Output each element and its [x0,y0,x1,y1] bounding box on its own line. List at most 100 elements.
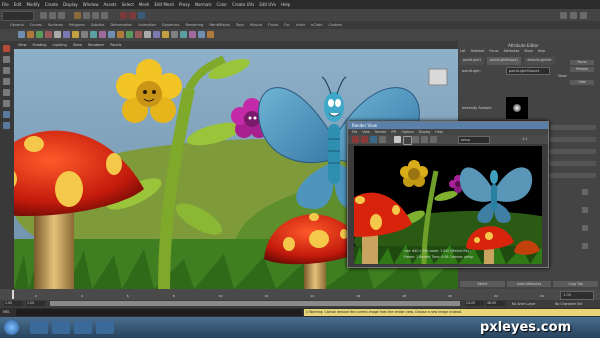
playback-end-field[interactable]: 24.00 [465,301,484,306]
shelf-tool-icon[interactable] [207,31,214,38]
render-view-menu-view[interactable]: View [362,130,370,134]
redo-render-icon[interactable] [352,136,359,143]
render-settings-icon[interactable] [138,12,145,19]
open-scene-icon[interactable] [49,12,56,19]
ae-menu-list[interactable]: List [460,49,466,55]
render-icon[interactable] [120,12,127,19]
snap-point-icon[interactable] [101,12,108,19]
ae-node-tab-defaultlightset[interactable]: defaultLightSet [524,57,555,65]
camera-dropdown[interactable]: persp [458,136,490,144]
attribute-checkbox[interactable] [582,189,588,195]
menu-modify[interactable]: Modify [26,2,39,7]
shelf-tool-icon[interactable] [27,31,34,38]
focus-button[interactable]: Focus [570,60,594,65]
start-button-icon[interactable] [4,320,19,335]
shelf-tab-general[interactable]: General [10,23,24,27]
render-view-menu-help[interactable]: Help [435,130,442,134]
anim-layer-dropdown[interactable]: No Anim Layer [512,302,535,306]
select-tool-icon[interactable] [3,45,10,52]
shelf-tool-icon[interactable] [90,31,97,38]
taskbar-app-icon[interactable] [74,321,92,334]
rgb-channel-icon[interactable] [394,136,401,143]
select-mode-icon[interactable] [74,12,81,19]
shelf-tab-fluids[interactable]: Fluids [268,23,278,27]
ae-menu-focus[interactable]: Focus [489,49,498,55]
light-name-field[interactable]: pointLightShape1 [506,67,550,75]
rotate-tool-icon[interactable] [3,89,10,96]
menu-create[interactable]: Create [45,2,58,7]
shelf-tool-icon[interactable] [171,31,178,38]
keep-image-icon[interactable] [421,136,428,143]
move-tool-icon[interactable] [3,78,10,85]
shelf-tool-icon[interactable] [18,31,25,38]
scale-tool-icon[interactable] [3,100,10,107]
shelf-tab-nhair[interactable]: nHair [296,23,305,27]
shelf-tool-icon[interactable] [180,31,187,38]
menu-window[interactable]: Window [83,2,99,7]
shelf-tool-icon[interactable] [54,31,61,38]
shelf-tab-painteffects[interactable]: PaintEffects [209,23,230,27]
shelf-tool-icon[interactable] [153,31,160,38]
shelf-tab-ncloth[interactable]: nCloth [311,23,322,27]
shelf-tool-icon[interactable] [135,31,142,38]
range-bar[interactable] [50,301,460,306]
snap-curve-icon[interactable] [92,12,99,19]
alpha-channel-icon[interactable] [403,136,412,145]
remove-image-icon[interactable] [430,136,437,143]
shelf-tab-subdivs[interactable]: Subdivs [91,23,105,27]
attribute-checkbox[interactable] [582,225,588,231]
panel-menu-view[interactable]: View [18,43,26,47]
taskbar-app-icon[interactable] [30,321,48,334]
real-size-icon[interactable] [412,136,419,143]
command-input[interactable] [16,309,302,316]
lasso-tool-icon[interactable] [3,56,10,63]
paint-select-icon[interactable] [3,67,10,74]
render-view-menu-options[interactable]: Options [401,130,413,134]
shelf-tool-icon[interactable] [126,31,133,38]
shelf-tool-icon[interactable] [162,31,169,38]
attribute-checkbox[interactable] [582,207,588,213]
start-time-field[interactable]: 1.00 [4,301,23,306]
show-channel-box-icon[interactable] [580,12,587,19]
panel-menu-lighting[interactable]: Lighting [53,43,67,47]
render-view-menu-display[interactable]: Display [419,130,431,134]
hide-button[interactable]: Hide [570,80,594,85]
shelf-tab-dynamics[interactable]: Dynamics [162,23,179,27]
single-pane-layout-icon[interactable] [3,111,10,118]
shelf-tool-icon[interactable] [108,31,115,38]
current-frame-field[interactable]: 1.00 [560,291,594,300]
menu-display[interactable]: Display [63,2,78,7]
menu-normals[interactable]: Normals [195,2,212,7]
ae-menu-selected[interactable]: Selected [471,49,485,55]
menu-assets[interactable]: Assets [104,2,117,7]
load-attributes-button[interactable]: Load Attributes [506,281,552,287]
menu-edit-mesh[interactable]: Edit Mesh [154,2,174,7]
panel-menu-panels[interactable]: Panels [110,43,121,47]
menu-set-dropdown[interactable] [2,11,34,21]
attribute-checkbox[interactable] [582,243,588,249]
menu-proxy[interactable]: Proxy [179,2,190,7]
shelf-tab-animation[interactable]: Animation [138,23,156,27]
show-button[interactable]: Show [558,74,567,78]
shelf-tab-toon[interactable]: Toon [236,23,244,27]
panel-menu-shading[interactable]: Shading [32,43,46,47]
shelf-tool-icon[interactable] [36,31,43,38]
menu-file[interactable]: File [2,2,9,7]
command-language-label[interactable]: MEL [3,310,10,314]
shelf-tool-icon[interactable] [189,31,196,38]
shelf-tool-icon[interactable] [198,31,205,38]
shelf-tool-icon[interactable] [144,31,151,38]
taskbar-app-icon[interactable] [96,321,114,334]
menu-select[interactable]: Select [122,2,134,7]
shelf-tab-deformation[interactable]: Deformation [110,23,132,27]
shelf-tab-fur[interactable]: Fur [284,23,289,27]
ae-menu-show[interactable]: Show [524,49,533,55]
shelf-tool-icon[interactable] [72,31,79,38]
shelf-tab-muscle[interactable]: Muscle [250,23,262,27]
ipr-render-icon[interactable] [129,12,136,19]
render-view-window[interactable]: Render View File View Render IPR Options Disp… [347,121,549,268]
menu-edit[interactable]: Edit [14,2,22,7]
shelf-tab-polygons[interactable]: Polygons [69,23,85,27]
save-scene-icon[interactable] [58,12,65,19]
snapshot-icon[interactable] [379,136,386,143]
